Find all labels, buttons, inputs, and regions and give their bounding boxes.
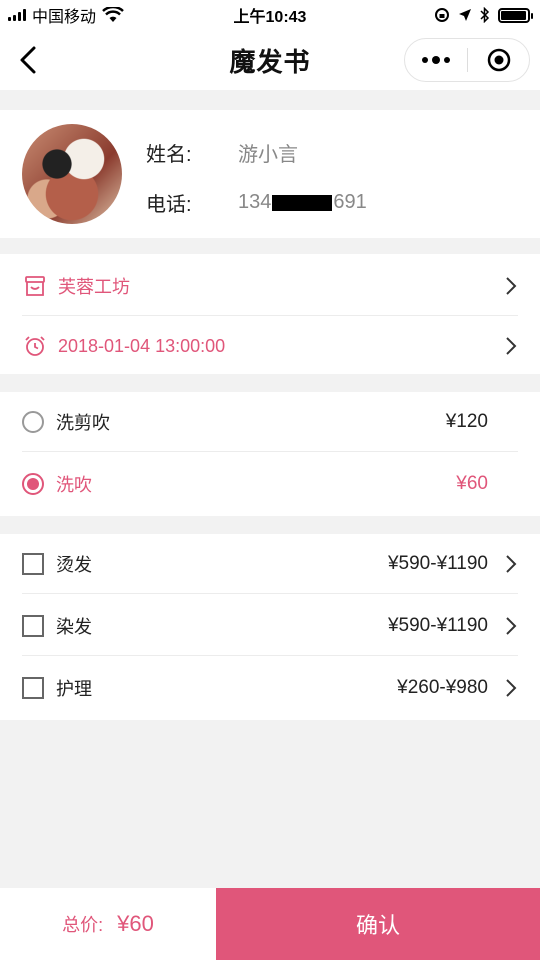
extra-price: ¥590-¥1190 — [387, 553, 488, 574]
checkbox[interactable] — [22, 615, 44, 637]
status-right — [434, 7, 533, 23]
page-title: 魔发书 — [229, 46, 311, 77]
radio-button[interactable] — [22, 473, 44, 495]
phone-suffix: 691 — [333, 191, 367, 213]
rotation-lock-icon — [435, 8, 449, 22]
chevron-right-icon — [506, 679, 517, 697]
checkbox[interactable] — [22, 677, 44, 699]
service-name: 洗剪吹 — [56, 413, 110, 433]
total-price: 总价: ¥60 — [0, 888, 216, 960]
name-value: 游小言 — [238, 144, 298, 166]
phone-row: 电话: 134 691 — [146, 188, 367, 217]
extra-price: ¥260-¥980 — [397, 677, 488, 698]
store-icon — [22, 273, 48, 299]
datetime-value: 2018-01-04 13:00:00 — [58, 335, 226, 356]
shop-row[interactable]: 芙蓉工坊 — [22, 256, 518, 316]
phone-redaction — [272, 194, 333, 211]
extra-price: ¥590-¥1190 — [387, 615, 488, 636]
radio-button[interactable] — [22, 411, 44, 433]
profile-card: 姓名: 游小言 电话: 134 691 — [0, 110, 540, 238]
name-row: 姓名: 游小言 — [146, 138, 298, 167]
extra-option-care[interactable]: 护理 ¥260-¥980 — [22, 658, 518, 718]
phone-prefix: 134 — [238, 191, 272, 213]
datetime-row[interactable]: 2018-01-04 13:00:00 — [22, 316, 518, 376]
service-option-1[interactable]: 洗剪吹 ¥120 — [22, 392, 518, 452]
more-dots-icon[interactable] — [405, 55, 467, 64]
extra-option-perm[interactable]: 烫发 ¥590-¥1190 — [22, 534, 518, 594]
extra-name: 染发 — [56, 617, 92, 637]
location-icon — [459, 9, 471, 21]
chevron-right-icon — [506, 337, 517, 355]
total-value: ¥60 — [117, 911, 154, 936]
shop-name: 芙蓉工坊 — [58, 277, 130, 297]
chevron-right-icon — [506, 555, 517, 573]
extra-name: 烫发 — [56, 555, 92, 575]
confirm-button[interactable]: 确认 — [216, 888, 540, 960]
target-circle-icon[interactable] — [468, 47, 529, 73]
battery-icon — [498, 7, 533, 23]
chevron-right-icon — [506, 617, 517, 635]
battery-level — [501, 10, 526, 20]
extra-options: 烫发 ¥590-¥1190 染发 ¥590-¥1190 护理 ¥260-¥980 — [0, 534, 540, 720]
back-button[interactable] — [14, 44, 46, 76]
chevron-right-icon — [506, 277, 517, 295]
checkbox[interactable] — [22, 553, 44, 575]
mini-program-capsule — [404, 38, 530, 82]
footer-bar: 总价: ¥60 确认 — [0, 888, 540, 960]
total-label: 总价: — [62, 915, 104, 935]
phone-label: 电话: — [146, 194, 192, 216]
service-name: 洗吹 — [56, 475, 92, 495]
nav-bar: 魔发书 — [0, 30, 540, 90]
service-price: ¥120 — [445, 411, 488, 432]
extra-name: 护理 — [56, 679, 92, 699]
service-options: 洗剪吹 ¥120 洗吹 ¥60 — [0, 392, 540, 516]
extra-option-dye[interactable]: 染发 ¥590-¥1190 — [22, 596, 518, 656]
booking-card: 芙蓉工坊 2018-01-04 13:00:00 — [0, 254, 540, 374]
service-option-2[interactable]: 洗吹 ¥60 — [22, 454, 518, 514]
phone-value: 134 691 — [238, 191, 367, 214]
alarm-clock-icon — [22, 333, 48, 359]
status-bar: 中国移动 上午10:43 — [0, 0, 540, 30]
bluetooth-icon — [480, 7, 490, 23]
avatar — [22, 124, 122, 224]
service-price: ¥60 — [456, 473, 488, 494]
name-label: 姓名: — [146, 144, 192, 166]
